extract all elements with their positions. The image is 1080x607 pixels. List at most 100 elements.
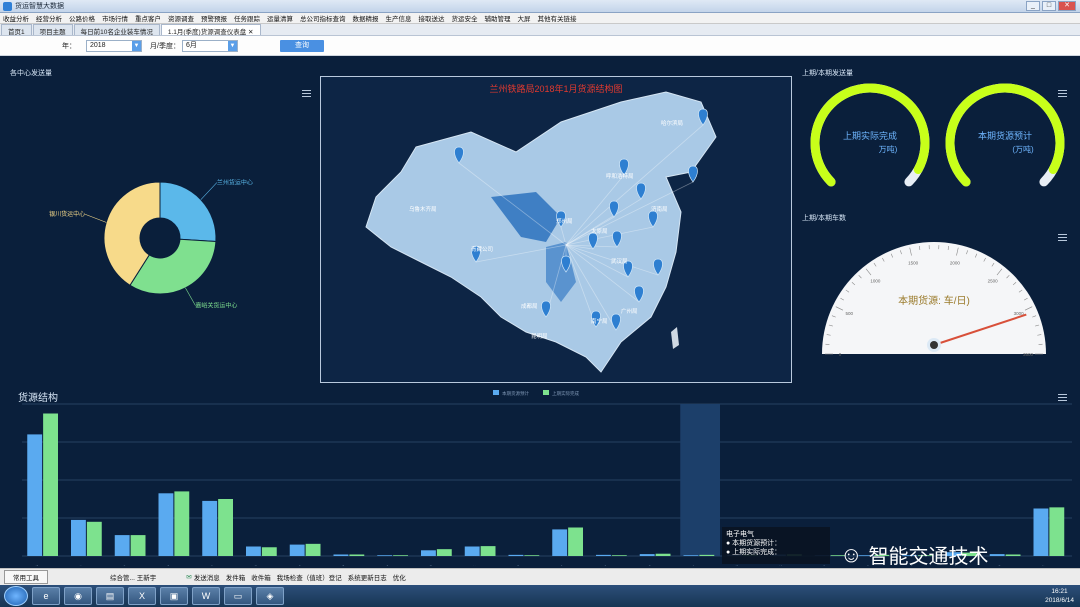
menu-item[interactable]: 其他有关链接	[538, 13, 577, 23]
menu-item[interactable]: 市场行情	[102, 13, 128, 23]
menu-bar: 收益分析 经营分析 公路价格 市场行情 重点客户 资源调查 预警预报 任务跟踪 运量清算 总公司指…	[0, 13, 1080, 24]
menu-item[interactable]: 预警预报	[201, 13, 227, 23]
tooltip-line-2: ● 上期实际完成：	[726, 549, 782, 556]
bar	[377, 555, 393, 556]
bar	[86, 521, 102, 556]
category-label: 化工品	[550, 563, 566, 566]
gauge-label: 上期实际完成	[843, 130, 897, 141]
common-tools-button[interactable]: 常用工具	[4, 570, 48, 584]
map-label: 成都局	[521, 304, 538, 310]
map-pin-icon	[688, 165, 698, 183]
map-label: 太原局	[591, 229, 608, 235]
ie-icon[interactable]: e	[32, 587, 60, 605]
tab-dashboard-label: 1.1月(季度)货源调查仪表盘	[167, 29, 247, 36]
excel-icon[interactable]: X	[128, 587, 156, 605]
bar	[699, 554, 715, 556]
donut-slice	[159, 181, 217, 243]
wechat-icon: ☺	[840, 541, 863, 567]
bar	[158, 493, 174, 556]
category-label: 石油	[73, 563, 85, 566]
speedo-tick: 2000	[950, 260, 961, 265]
speedo-tick: 2500	[988, 279, 999, 284]
legend-swatch	[493, 390, 499, 395]
bar	[393, 555, 408, 556]
menu-item[interactable]: 任务跟踪	[234, 13, 260, 23]
tooltip-title: 电子电气	[726, 531, 754, 538]
bar	[508, 554, 524, 556]
watermark: ☺ 智能交通技术	[840, 540, 988, 569]
menu-item[interactable]: 大屏	[518, 13, 531, 23]
bar	[218, 499, 233, 556]
send-message-link[interactable]: 发送消息	[194, 572, 220, 582]
update-log-link[interactable]: 系统更新日志	[348, 572, 387, 582]
category-label: 其他	[1035, 563, 1047, 566]
map-label: 青藏公司	[471, 247, 494, 253]
tab-dashboard[interactable]: 1.1月(季度)货源调查仪表盘 ✕	[160, 24, 261, 36]
donut-leader	[84, 213, 107, 223]
folder-icon[interactable]: ▣	[160, 587, 188, 605]
app-icon	[3, 1, 12, 11]
tab-home[interactable]: 首页1	[1, 24, 32, 36]
menu-item[interactable]: 经营分析	[36, 13, 62, 23]
menu-item[interactable]: 生产信息	[386, 13, 412, 23]
window-title: 货运智慧大数据	[15, 3, 64, 10]
file-icon[interactable]: ▤	[96, 587, 124, 605]
menu-item[interactable]: 数据精报	[353, 13, 379, 23]
menu-item[interactable]: 收益分析	[3, 13, 29, 23]
map-taiwan	[671, 327, 679, 349]
tab-top10[interactable]: 每日前10名企业装车情况	[73, 24, 160, 36]
category-label: 金属制品	[590, 563, 610, 566]
browser-icon[interactable]: ◉	[64, 587, 92, 605]
query-button[interactable]: 查询	[279, 39, 324, 52]
maximize-button[interactable]: □	[1042, 1, 1056, 11]
close-button[interactable]: ✕	[1058, 1, 1076, 11]
map-panel: 兰州铁路局2018年1月货源结构图 哈尔滨局 呼和浩特局 乌鲁木齐局 济南局 太原局 郑州…	[320, 76, 792, 383]
year-select[interactable]: 2018 ▼	[86, 39, 142, 52]
system-clock[interactable]: 16:21 2018/6/14	[1045, 587, 1074, 605]
month-select[interactable]: 6月 ▼	[181, 39, 238, 52]
bar-highlight	[680, 404, 720, 556]
menu-item[interactable]: 总公司指标查询	[300, 13, 346, 23]
start-button[interactable]	[4, 586, 28, 606]
donut-leader	[200, 182, 218, 200]
tab-project[interactable]: 项目主题	[32, 24, 73, 36]
duty-register-link[interactable]: 我场检查（值班）登记	[277, 572, 342, 582]
tab-close-icon[interactable]: ✕	[248, 29, 253, 36]
donut-label: 兰州货运中心	[217, 179, 253, 187]
bar	[246, 546, 261, 556]
category-label: 非金属	[244, 563, 260, 566]
bar	[464, 546, 480, 556]
menu-item[interactable]: 资源调查	[168, 13, 194, 23]
speedo-tick: 1000	[870, 279, 881, 284]
word-icon[interactable]: W	[192, 587, 220, 605]
bar	[261, 547, 277, 556]
optimize-link[interactable]: 优化	[393, 572, 406, 582]
menu-item[interactable]: 运量清算	[267, 13, 293, 23]
outbox-link[interactable]: 发件箱	[226, 572, 246, 582]
donut-leader	[185, 287, 196, 306]
window-icon[interactable]: ▭	[224, 587, 252, 605]
menu-item[interactable]: 辅助管理	[485, 13, 511, 23]
app-icon[interactable]: ◈	[256, 587, 284, 605]
panel-menu-icon[interactable]	[302, 90, 311, 97]
menu-item[interactable]: 公路价格	[69, 13, 95, 23]
clock-date: 2018/6/14	[1045, 597, 1074, 604]
send-message-icon: ✉	[186, 574, 192, 581]
menu-item[interactable]: 接取送达	[419, 13, 445, 23]
menu-item[interactable]: 重点客户	[135, 13, 161, 23]
menu-item[interactable]: 货运安全	[452, 13, 478, 23]
tab-bar: 首页1 项目主题 每日前10名企业装车情况 1.1月(季度)货源调查仪表盘 ✕	[0, 24, 1080, 36]
bar	[202, 500, 218, 556]
bar	[71, 519, 86, 556]
bar	[130, 535, 146, 556]
bar	[1049, 507, 1065, 556]
minimize-button[interactable]: _	[1026, 1, 1040, 11]
left-panel-title: 各中心发送量	[10, 70, 52, 77]
bar	[333, 554, 349, 556]
map-label: 济南局	[651, 207, 668, 213]
bar	[305, 543, 321, 556]
inbox-link[interactable]: 收件箱	[251, 572, 271, 582]
category-label: 棉花	[510, 563, 522, 566]
bar	[552, 529, 568, 556]
bar	[174, 491, 190, 556]
